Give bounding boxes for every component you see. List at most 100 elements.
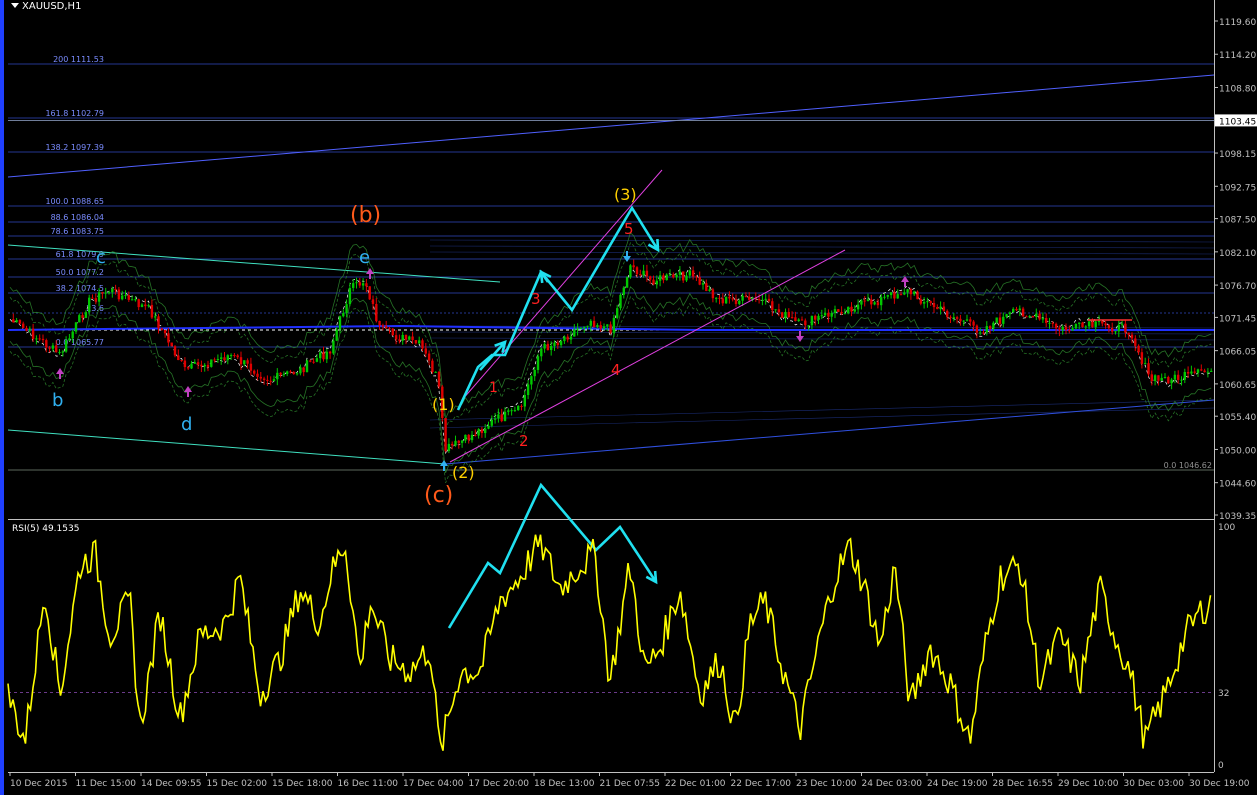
bear-candle [289, 371, 292, 373]
bear-candle [520, 406, 523, 408]
bear-candle [81, 315, 84, 318]
bull-candle [1206, 371, 1210, 373]
bull-candle [526, 384, 530, 395]
bull-candle [58, 351, 61, 353]
bull-candle [860, 300, 863, 305]
bull-candle [685, 275, 688, 281]
bear-candle [711, 289, 715, 299]
bear-candle [1064, 326, 1068, 331]
bear-candle [322, 352, 325, 360]
bull-candle [675, 274, 678, 278]
bear-candle [292, 372, 295, 374]
bull-candle [903, 292, 906, 295]
bear-candle [959, 318, 962, 322]
bull-candle [543, 343, 546, 349]
bull-candle [817, 315, 820, 320]
bear-candle [1127, 332, 1130, 335]
bear-candle [1101, 321, 1104, 324]
time-label: 23 Dec 10:00 [796, 779, 857, 789]
bear-candle [1025, 316, 1028, 318]
bull-candle [1210, 370, 1213, 372]
bear-candle [876, 302, 880, 306]
time-label: 24 Dec 03:00 [862, 779, 923, 789]
bear-candle [662, 275, 665, 281]
bull-candle [88, 297, 91, 313]
bull-candle [1094, 321, 1097, 328]
bear-candle [398, 339, 401, 341]
bull-candle [497, 414, 500, 419]
fib-level-label: 100.0 1088.65 [45, 197, 104, 206]
bull-candle [1190, 371, 1193, 374]
time-label: 18 Dec 13:00 [534, 779, 595, 789]
price-label: 1039.35 [1219, 512, 1256, 522]
bull-candle [286, 371, 289, 374]
bull-candle [510, 410, 513, 412]
wave-label-3: (3) [614, 185, 637, 204]
chart-title[interactable]: XAUUSD,H1 [11, 1, 81, 12]
price-label: 1108.80 [1219, 84, 1256, 94]
bull-candle [847, 306, 850, 314]
bull-candle [576, 328, 579, 330]
bull-candle [1074, 323, 1078, 329]
price-label: 1050.00 [1219, 446, 1256, 456]
time-label: 29 Dec 10:00 [1058, 779, 1119, 789]
bull-candle [1097, 321, 1101, 323]
bull-candle [315, 358, 319, 362]
price-label: 1082.10 [1219, 249, 1256, 259]
bull-candle [352, 283, 355, 288]
bear-candle [269, 380, 272, 382]
bear-candle [1021, 308, 1025, 317]
bull-candle [1071, 328, 1074, 331]
bear-candle [1054, 323, 1058, 329]
bull-candle [536, 356, 540, 370]
fib-level-label: 161.8 1102.79 [45, 109, 104, 118]
bear-candle [239, 357, 243, 365]
bull-candle [111, 288, 114, 293]
bull-candle [979, 332, 982, 334]
bear-candle [424, 348, 427, 354]
bull-candle [965, 319, 969, 321]
bull-candle [1160, 377, 1163, 381]
bear-candle [18, 320, 22, 324]
bear-candle [767, 298, 771, 302]
time-label: 22 Dec 17:00 [731, 779, 792, 789]
bear-candle [114, 288, 117, 290]
bear-candle [932, 303, 936, 308]
bear-candle [804, 320, 807, 326]
bear-candle [150, 305, 154, 318]
bear-candle [893, 292, 896, 299]
bull-candle [678, 271, 682, 275]
bull-candle [774, 309, 777, 311]
price-chart[interactable]: XAUUSD,H1 200 1111.53 161.8 1102.79 138.2 … [0, 0, 1257, 795]
bear-candle [101, 292, 104, 294]
bear-candle [652, 279, 655, 285]
bull-candle [68, 338, 71, 341]
fib-level-label: 200 1111.53 [53, 55, 104, 64]
bear-candle [117, 289, 121, 300]
price-label: 1087.50 [1219, 216, 1256, 226]
bull-candle [1087, 321, 1091, 327]
bear-candle [556, 342, 559, 346]
bull-candle [84, 312, 88, 318]
bear-candle [790, 317, 794, 319]
bear-candle [414, 340, 418, 344]
time-label: 11 Dec 15:00 [76, 779, 137, 789]
bull-candle [797, 319, 800, 322]
price-label: 1071.45 [1219, 314, 1256, 324]
bull-candle [668, 274, 672, 276]
bear-candle [827, 312, 830, 317]
bull-candle [586, 325, 589, 327]
wave-label-2: (2) [452, 463, 475, 482]
bull-candle [97, 292, 101, 302]
bear-candle [748, 296, 751, 300]
rsi-title: RSI(5) 49.1535 [12, 524, 79, 534]
time-label: 17 Dec 04:00 [403, 779, 464, 789]
bear-candle [744, 295, 748, 297]
bear-candle [1107, 325, 1111, 329]
wave-label-c-lower: (c) [424, 483, 453, 508]
bull-candle [553, 342, 556, 347]
bull-candle [71, 331, 74, 339]
bull-candle [503, 411, 507, 422]
bull-candle [1120, 323, 1124, 325]
bull-candle [190, 363, 193, 369]
